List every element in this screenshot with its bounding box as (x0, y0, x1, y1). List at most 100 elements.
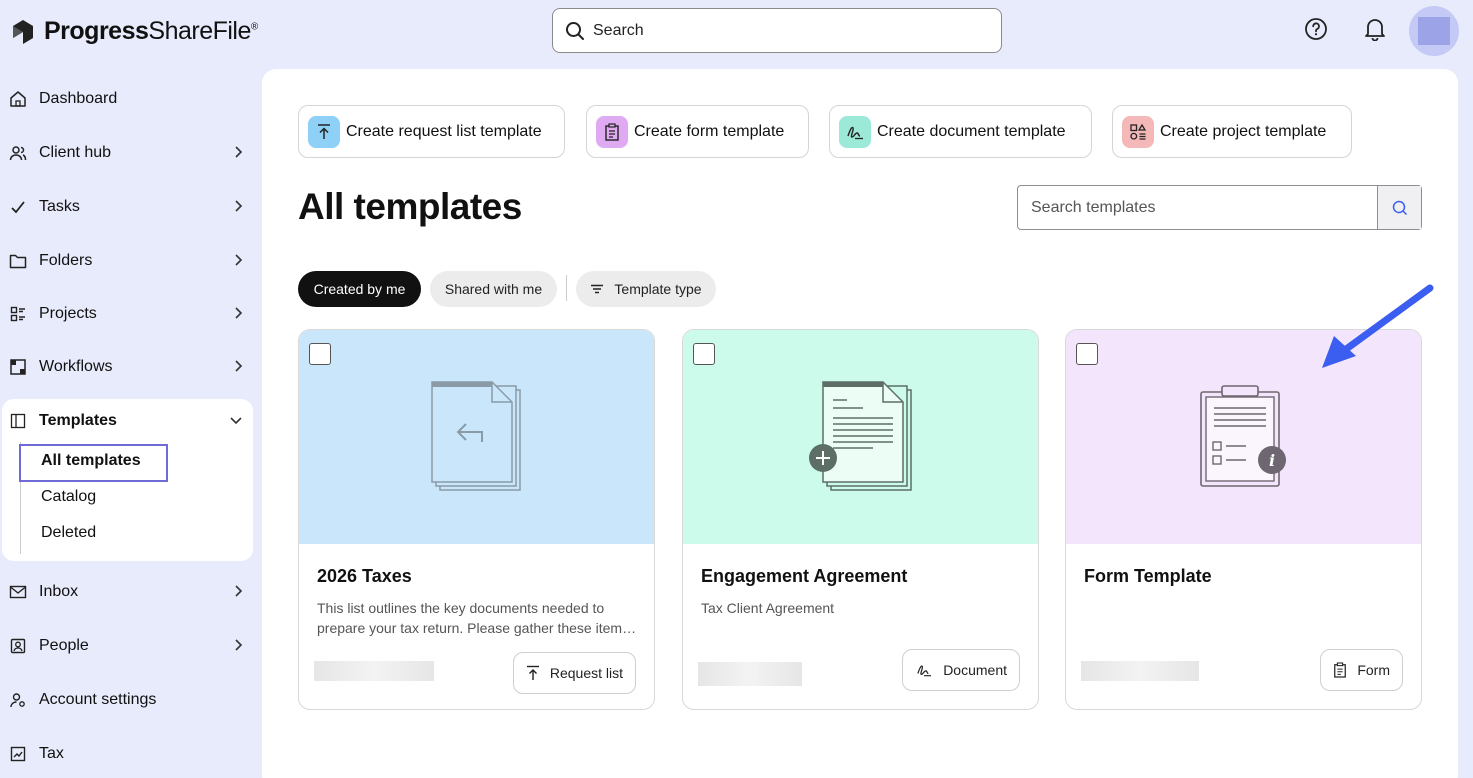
search-icon (566, 21, 584, 40)
template-card-2026-taxes[interactable]: 2026 Taxes This list outlines the key do… (298, 329, 655, 710)
bell-icon (1365, 19, 1385, 41)
card-owner-redacted (314, 661, 434, 681)
card-type-badge: Document (902, 649, 1020, 691)
search-icon (1392, 200, 1407, 215)
card-description: Tax Client Agreement (701, 600, 835, 616)
sidebar-item-templates[interactable]: Templates (8, 401, 253, 441)
chevron-right-icon (235, 307, 243, 319)
signature-icon (839, 115, 871, 148)
sidebar-item-label: Projects (39, 305, 97, 322)
users-icon (8, 143, 28, 163)
sidebar-item-label: Tax (39, 745, 64, 762)
sidebar-item-label: Account settings (39, 691, 157, 708)
card-checkbox[interactable] (693, 343, 715, 365)
sidebar-item-folders[interactable]: Folders (8, 241, 253, 281)
sidebar-item-dashboard[interactable]: Dashboard (8, 79, 253, 119)
template-card-engagement-agreement[interactable]: Engagement Agreement Tax Client Agreemen… (682, 329, 1039, 710)
folder-icon (8, 251, 28, 271)
templates-icon (8, 411, 28, 431)
card-title: Form Template (1084, 566, 1212, 586)
card-type-badge: Form (1320, 649, 1403, 691)
create-button-label: Create document template (877, 122, 1066, 140)
filter-icon (591, 284, 604, 294)
card-type-badge: Request list (512, 652, 636, 694)
sidebar-item-projects[interactable]: Projects (8, 294, 253, 334)
sidebar-item-client-hub[interactable]: Client hub (8, 133, 253, 173)
notifications-button[interactable] (1362, 16, 1388, 42)
sidebar-item-label: Templates (39, 412, 117, 429)
help-circle-icon (1305, 18, 1327, 40)
card-banner (299, 330, 654, 544)
card-checkbox[interactable] (1076, 343, 1098, 365)
chevron-down-icon (230, 417, 242, 425)
card-owner-redacted (1081, 661, 1199, 681)
create-request-list-template-button[interactable]: Create request list template (298, 105, 565, 158)
workflow-icon (8, 357, 28, 377)
filter-template-type-label: Template type (614, 281, 702, 297)
request-list-illustration-icon (431, 381, 521, 491)
sidebar-sub-catalog[interactable]: Catalog (41, 488, 96, 506)
shapes-icon (1122, 115, 1154, 148)
brand-logo[interactable]: ProgressShareFile® (10, 14, 258, 48)
sidebar-item-account-settings[interactable]: Account settings (8, 680, 253, 720)
template-search (1017, 185, 1422, 230)
sidebar-sub-deleted[interactable]: Deleted (41, 524, 96, 542)
filter-created-by-me[interactable]: Created by me (298, 271, 421, 307)
check-icon (8, 197, 28, 217)
create-project-template-button[interactable]: Create project template (1112, 105, 1352, 158)
sidebar-item-label: Tasks (39, 198, 80, 215)
chevron-right-icon (235, 360, 243, 372)
mail-icon (8, 582, 28, 602)
sidebar-item-inbox[interactable]: Inbox (8, 572, 253, 612)
card-owner-redacted (698, 662, 802, 686)
card-banner (683, 330, 1038, 544)
create-button-label: Create form template (634, 122, 785, 140)
annotation-arrow-icon (1322, 284, 1434, 368)
global-search-placeholder: Search (593, 21, 644, 39)
create-button-label: Create project template (1160, 122, 1327, 140)
create-document-template-button[interactable]: Create document template (829, 105, 1092, 158)
chevron-right-icon (235, 146, 243, 158)
template-search-button[interactable] (1377, 186, 1421, 229)
filter-template-type[interactable]: Template type (576, 271, 716, 307)
filter-divider (566, 275, 567, 301)
progress-logo-icon (13, 20, 33, 44)
avatar-image (1418, 17, 1450, 45)
home-icon (8, 89, 28, 109)
sidebar-item-people[interactable]: People (8, 626, 253, 666)
chevron-right-icon (235, 585, 243, 597)
chevron-right-icon (235, 200, 243, 212)
chevron-right-icon (235, 254, 243, 266)
sidebar-item-label: Folders (39, 252, 93, 269)
create-form-template-button[interactable]: Create form template (586, 105, 809, 158)
account-icon (8, 690, 28, 710)
card-title: 2026 Taxes (317, 566, 412, 586)
sidebar-item-label: Workflows (39, 358, 113, 375)
tax-icon (8, 744, 28, 764)
sidebar-sub-all-templates[interactable]: All templates (41, 452, 141, 470)
sidebar-item-tax[interactable]: Tax (8, 734, 253, 774)
create-button-label: Create request list template (346, 122, 542, 140)
global-search[interactable]: Search (552, 8, 1002, 53)
sidebar-item-tasks[interactable]: Tasks (8, 187, 253, 227)
sidebar-item-workflows[interactable]: Workflows (8, 347, 253, 387)
sidebar-item-label: People (39, 637, 89, 654)
card-checkbox[interactable] (309, 343, 331, 365)
sidebar-item-label: Dashboard (39, 90, 118, 107)
template-card-form-template[interactable]: i Form Template Form (1065, 329, 1422, 710)
page-title: All templates (298, 186, 522, 227)
help-button[interactable] (1303, 16, 1329, 42)
clipboard-icon (1334, 662, 1347, 678)
card-title: Engagement Agreement (701, 566, 908, 586)
form-illustration-icon: i (1200, 385, 1286, 487)
filter-shared-with-me[interactable]: Shared with me (430, 271, 557, 307)
sidebar-item-label: Client hub (39, 144, 112, 161)
upload-icon (308, 115, 340, 148)
person-icon (8, 636, 28, 656)
signature-icon (917, 665, 932, 677)
sidebar-item-label: Inbox (39, 583, 79, 600)
clipboard-icon (596, 115, 628, 148)
template-search-input[interactable] (1018, 186, 1377, 229)
svg-text:i: i (1269, 451, 1275, 470)
user-avatar[interactable] (1409, 6, 1459, 56)
